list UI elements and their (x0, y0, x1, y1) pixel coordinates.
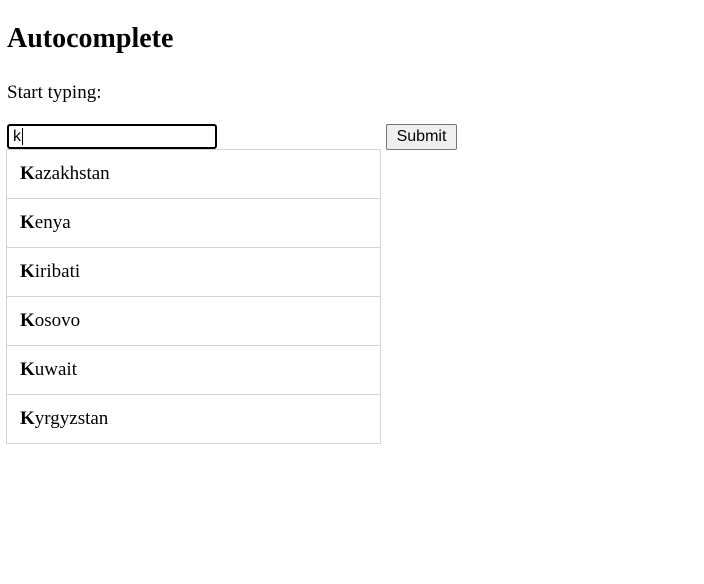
suggestion-rest: enya (34, 212, 71, 233)
suggestion-match: K (20, 359, 35, 380)
suggestion-match: K (20, 408, 35, 429)
suggestion-match: K (20, 212, 35, 233)
autocomplete-list: Kazakhstan Kenya Kiribati Kosovo Kuwait … (6, 149, 381, 444)
search-input[interactable]: k (7, 124, 217, 149)
suggestion-item[interactable]: Kyrgyzstan (7, 395, 380, 444)
suggestion-item[interactable]: Kiribati (7, 248, 380, 297)
suggestion-match: K (20, 163, 35, 184)
suggestion-item[interactable]: Kuwait (7, 346, 380, 395)
submit-button[interactable]: Submit (386, 124, 457, 150)
suggestion-match: K (20, 261, 35, 282)
suggestion-item[interactable]: Kazakhstan (7, 150, 380, 199)
page-title: Autocomplete (7, 23, 174, 54)
suggestion-rest: osovo (34, 310, 81, 331)
search-input-value: k (13, 128, 21, 145)
suggestion-rest: uwait (34, 359, 77, 380)
prompt-label: Start typing: (7, 82, 102, 103)
suggestion-rest: iribati (34, 261, 81, 282)
suggestion-match: K (20, 310, 35, 331)
suggestion-item[interactable]: Kosovo (7, 297, 380, 346)
suggestion-rest: yrgyzstan (34, 408, 109, 429)
suggestion-rest: azakhstan (34, 163, 110, 184)
suggestion-item[interactable]: Kenya (7, 199, 380, 248)
text-caret (22, 128, 23, 145)
